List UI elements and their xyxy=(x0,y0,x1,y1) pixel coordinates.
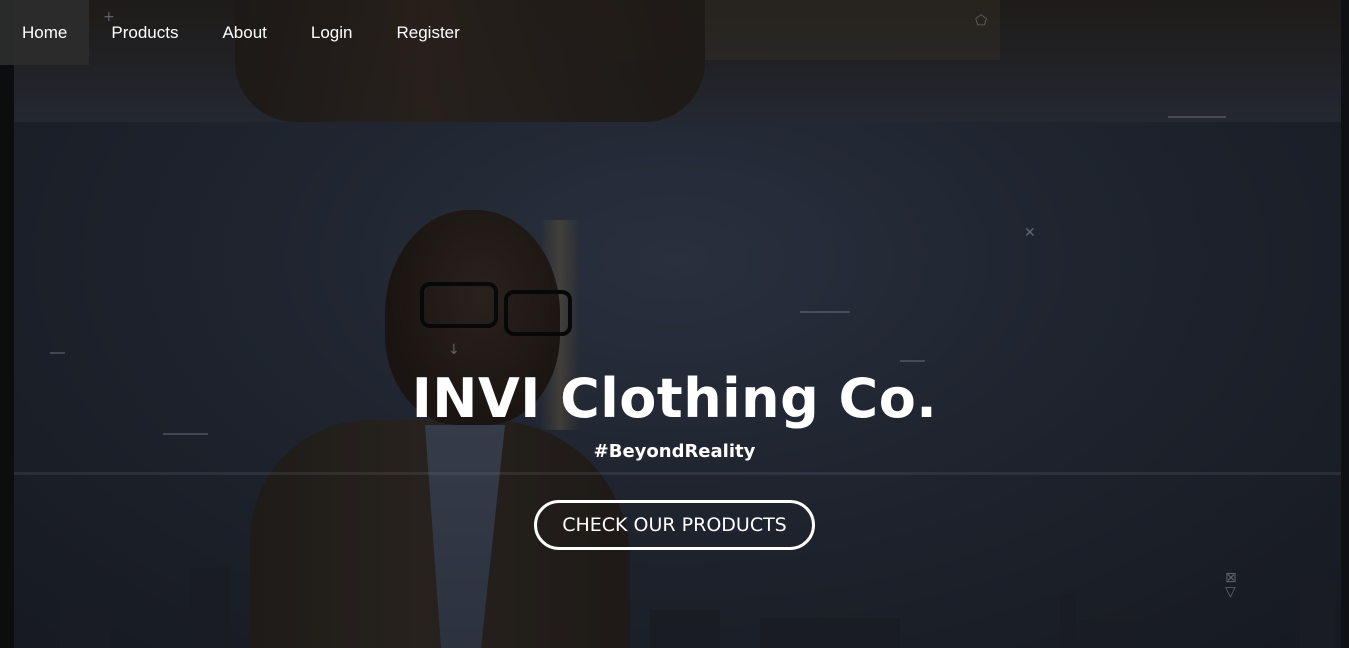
hero-content: INVI Clothing Co. #BeyondReality CHECK O… xyxy=(0,362,1349,550)
hero-overlay xyxy=(0,0,1349,648)
hero-tagline: #BeyondReality xyxy=(593,441,756,462)
check-products-button[interactable]: CHECK OUR PRODUCTS xyxy=(534,500,815,550)
nav-login[interactable]: Login xyxy=(289,0,375,65)
hero-title: INVI Clothing Co. xyxy=(411,367,938,430)
hero-section: + ✕ ↓ ⬠ ⊠ ▽ xyxy=(0,0,1349,648)
nav-home[interactable]: Home xyxy=(0,0,90,65)
nav-about[interactable]: About xyxy=(200,0,288,65)
nav-products[interactable]: Products xyxy=(89,0,200,65)
nav-register[interactable]: Register xyxy=(375,0,482,65)
top-nav: Home Products About Login Register xyxy=(0,0,482,65)
